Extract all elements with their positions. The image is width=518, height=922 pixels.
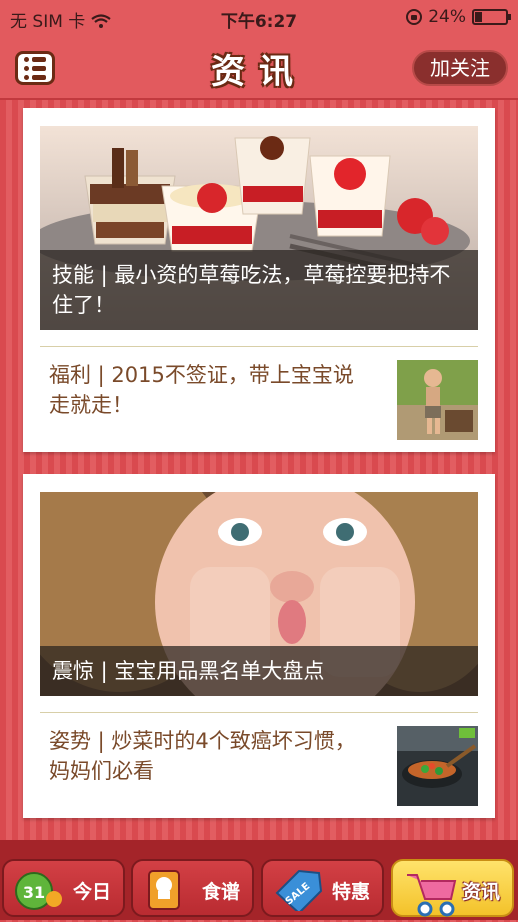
battery-percent: 24% bbox=[428, 7, 466, 27]
chef-book-icon bbox=[143, 867, 187, 916]
tab-today[interactable]: 31 今日 bbox=[2, 859, 125, 917]
sale-tag-icon: SALE bbox=[273, 867, 323, 916]
article-subtitle[interactable]: 姿势 | 炒菜时的4个致癌坏习惯，妈妈们必看 bbox=[49, 726, 369, 786]
follow-button[interactable]: 加关注 bbox=[412, 50, 508, 86]
tab-recipes[interactable]: 食谱 bbox=[131, 859, 254, 917]
divider bbox=[40, 346, 478, 347]
article-hero[interactable]: 技能 | 最小资的草莓吃法，草莓控要把持不住了！ bbox=[40, 126, 478, 330]
battery-icon bbox=[472, 9, 511, 25]
article-headline: 震惊 | 宝宝用品黑名单大盘点 bbox=[40, 646, 478, 696]
article-headline: 技能 | 最小资的草莓吃法，草莓控要把持不住了！ bbox=[40, 250, 478, 330]
tab-label: 今日 bbox=[72, 881, 111, 903]
article-subtitle[interactable]: 福利 | 2015不签证，带上宝宝说走就走！ bbox=[49, 360, 369, 420]
tab-deals[interactable]: SALE 特惠 bbox=[261, 859, 384, 917]
article-hero[interactable]: 震惊 | 宝宝用品黑名单大盘点 bbox=[40, 492, 478, 696]
divider bbox=[40, 712, 478, 713]
wok-cooking-thumbnail[interactable] bbox=[397, 726, 478, 806]
article-card: 技能 | 最小资的草莓吃法，草莓控要把持不住了！ 福利 | 2015不签证，带上… bbox=[23, 108, 495, 452]
baby-beach-thumbnail[interactable] bbox=[397, 360, 478, 440]
calendar-badge: 31 bbox=[23, 883, 45, 902]
article-card: 震惊 | 宝宝用品黑名单大盘点 姿势 | 炒菜时的4个致癌坏习惯，妈妈们必看 bbox=[23, 474, 495, 818]
nav-bar: 资讯 加关注 bbox=[0, 36, 518, 100]
rotation-lock-icon bbox=[406, 9, 423, 25]
tab-label: 特惠 bbox=[331, 881, 370, 903]
tab-label: 食谱 bbox=[201, 881, 240, 903]
tab-bar: 31 今日 食谱 SALE 特惠 资讯 bbox=[0, 840, 518, 920]
status-bar: 无 SIM 卡 下午6:27 24% bbox=[0, 0, 518, 36]
calendar-31-icon: 31 bbox=[14, 867, 64, 916]
tab-label: 资讯 bbox=[461, 881, 500, 903]
tab-news[interactable]: 资讯 bbox=[391, 859, 514, 917]
stroller-icon bbox=[403, 867, 459, 922]
